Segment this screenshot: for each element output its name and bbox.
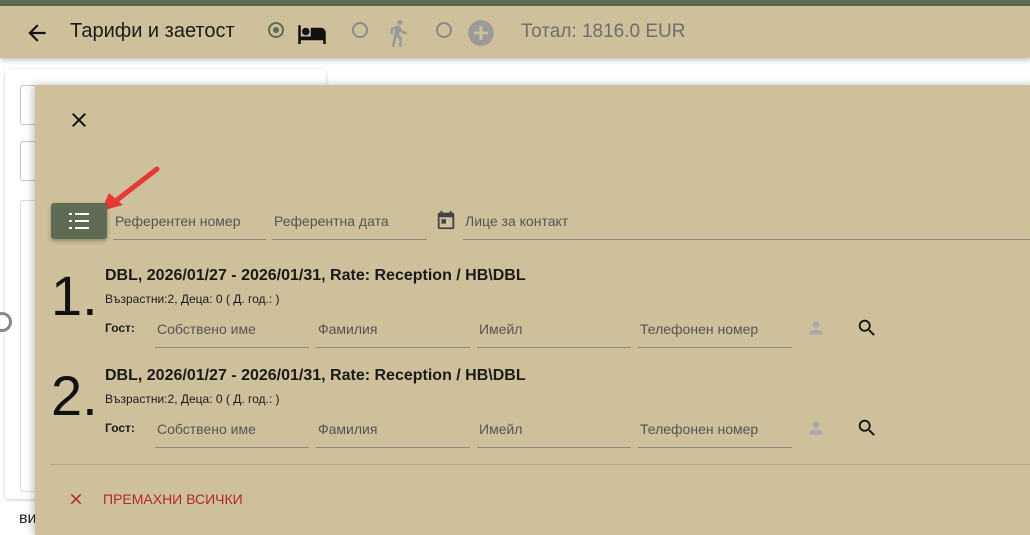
room-occupancy: Възрастни:2, Деца: 0 ( Д. год.: ) [105,392,280,406]
close-icon [70,493,82,505]
contact-person-input[interactable] [463,202,1030,239]
room-title: DBL, 2026/01/27 - 2026/01/31, Rate: Rece… [105,267,526,284]
person-icon[interactable] [806,318,826,338]
mode-radio-walkin[interactable] [352,22,368,38]
background-label: ви [19,510,37,527]
app-bar: Тарифи и заетост Тотал: 1816.0 EUR [0,6,1030,58]
divider [51,464,1030,465]
guest-last-name-input[interactable] [316,410,470,447]
room-number: 2. [51,364,98,427]
guest-email-input[interactable] [477,410,631,447]
room-number: 1. [51,264,98,327]
guest-phone-input[interactable] [638,410,792,447]
guest-first-name-input[interactable] [155,310,309,347]
guest-first-name-field[interactable] [155,410,309,448]
guest-last-name-field[interactable] [316,410,470,448]
guest-phone-field[interactable] [638,310,792,348]
person-icon[interactable] [806,418,826,438]
remove-all-label: ПРЕМАХНИ ВСИЧКИ [103,491,243,507]
guest-email-input[interactable] [477,310,631,347]
reference-number-input[interactable] [113,202,266,239]
back-arrow-icon[interactable] [24,20,50,46]
guest-label: Гост: [105,421,135,435]
guest-first-name-input[interactable] [155,410,309,447]
calendar-icon[interactable] [435,209,457,231]
close-icon[interactable] [67,108,91,132]
walking-person-icon [390,19,407,47]
reference-date-input[interactable] [272,202,427,239]
total-amount: Тотал: 1816.0 EUR [521,21,686,42]
reference-date-field[interactable] [272,202,427,240]
guest-email-field[interactable] [477,410,631,448]
numbered-list-icon [69,213,89,229]
search-icon[interactable] [856,417,878,439]
search-icon[interactable] [856,317,878,339]
add-circle-icon [468,20,494,46]
guest-last-name-field[interactable] [316,310,470,348]
room-title: DBL, 2026/01/27 - 2026/01/31, Rate: Rece… [105,367,526,384]
contact-person-field[interactable] [463,202,1030,240]
guest-label: Гост: [105,321,135,335]
list-view-button[interactable] [51,203,107,239]
page-title: Тарифи и заетост [70,20,235,42]
guest-last-name-input[interactable] [316,310,470,347]
guest-phone-input[interactable] [638,310,792,347]
room-occupancy: Възрастни:2, Деца: 0 ( Д. год.: ) [105,292,280,306]
reservation-guests-dialog: 1. DBL, 2026/01/27 - 2026/01/31, Rate: R… [35,85,1030,535]
mode-radio-add[interactable] [436,22,452,38]
reference-number-field[interactable] [113,202,266,240]
mode-radio-bed[interactable] [268,22,284,38]
bed-icon [298,25,326,44]
guest-phone-field[interactable] [638,410,792,448]
guest-first-name-field[interactable] [155,310,309,348]
guest-email-field[interactable] [477,310,631,348]
